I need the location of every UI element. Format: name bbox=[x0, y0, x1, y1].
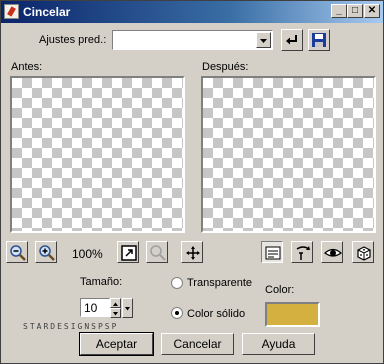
zoom-actual-button bbox=[146, 241, 168, 263]
solid-color-radio[interactable] bbox=[171, 307, 183, 319]
zoom-fit-button[interactable] bbox=[117, 241, 139, 263]
presets-label: Ajustes pred.: bbox=[39, 34, 107, 46]
solid-color-label[interactable]: Color sólido bbox=[187, 308, 245, 320]
size-label: Tamaño: bbox=[80, 276, 122, 288]
size-value: 10 bbox=[84, 301, 98, 315]
move-icon bbox=[186, 246, 200, 260]
save-preset-icon bbox=[312, 33, 326, 47]
reset-arrow-icon bbox=[286, 35, 297, 45]
presets-combo[interactable] bbox=[112, 30, 273, 50]
watermark-text: STARDESIGNSPSP bbox=[23, 322, 119, 331]
minimize-icon[interactable]: _ bbox=[331, 4, 347, 18]
color-label: Color: bbox=[265, 284, 295, 296]
zoom-out-button[interactable] bbox=[6, 241, 28, 263]
move-button[interactable] bbox=[181, 241, 203, 263]
window-title: Cincelar bbox=[23, 5, 71, 19]
proof-button[interactable] bbox=[261, 241, 283, 263]
after-label: Después: bbox=[202, 61, 249, 73]
eye-button[interactable] bbox=[321, 241, 343, 263]
randomize-button[interactable] bbox=[291, 241, 313, 263]
color-swatch[interactable] bbox=[265, 302, 320, 327]
dialog-window: Cincelar _ □ ✕ Ajustes pred.: Antes: Des… bbox=[0, 0, 384, 364]
dropdown-arrow-icon[interactable] bbox=[256, 32, 271, 48]
zoom-in-icon bbox=[39, 245, 55, 261]
size-label-text: Tamaño: bbox=[80, 276, 123, 288]
dice-button[interactable] bbox=[352, 241, 374, 263]
maximize-icon[interactable]: □ bbox=[347, 4, 363, 18]
transparent-label[interactable]: Transparente bbox=[187, 277, 252, 289]
zoom-fit-icon bbox=[121, 245, 137, 261]
dice-icon bbox=[357, 246, 371, 261]
before-preview[interactable] bbox=[10, 76, 185, 233]
zoom-in-button[interactable] bbox=[35, 241, 57, 263]
proof-icon bbox=[265, 246, 281, 260]
reset-defaults-button[interactable] bbox=[281, 29, 303, 51]
close-icon[interactable]: ✕ bbox=[364, 4, 380, 18]
spin-down-icon[interactable] bbox=[110, 308, 121, 318]
ok-button[interactable]: Aceptar bbox=[79, 332, 154, 356]
help-button[interactable]: Ayuda bbox=[242, 333, 315, 355]
save-preset-button[interactable] bbox=[308, 29, 330, 51]
cancel-button[interactable]: Cancelar bbox=[161, 333, 234, 355]
app-icon bbox=[4, 4, 19, 19]
title-bar[interactable]: Cincelar _ □ ✕ bbox=[1, 1, 383, 23]
after-preview bbox=[201, 76, 376, 233]
zoom-actual-icon bbox=[150, 245, 166, 261]
before-label: Antes: bbox=[11, 61, 43, 73]
spin-up-icon[interactable] bbox=[110, 298, 121, 308]
eye-icon bbox=[324, 248, 342, 257]
size-slider-button[interactable] bbox=[122, 298, 133, 318]
size-input[interactable]: 10 bbox=[80, 298, 110, 317]
zoom-level: 100% bbox=[72, 247, 103, 261]
transparent-radio[interactable] bbox=[171, 277, 183, 289]
zoom-out-icon bbox=[10, 245, 26, 261]
randomize-icon bbox=[296, 246, 310, 260]
